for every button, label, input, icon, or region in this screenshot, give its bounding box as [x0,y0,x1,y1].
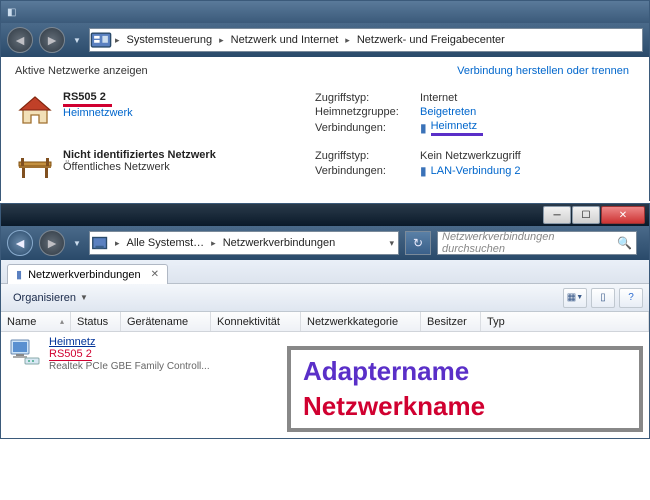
forward-button[interactable]: ► [39,230,65,256]
window-icon: ◧ [7,7,21,18]
network-type-link[interactable]: Heimnetzwerk [63,107,133,119]
col-connectivity[interactable]: Konnektivität [211,312,301,331]
tab-label: Netzwerkverbindungen [28,269,141,281]
nic-icon: ▮ [420,164,427,178]
minimize-button[interactable]: ─ [543,206,571,224]
public-network-icon [15,149,55,189]
back-button[interactable]: ◄ [7,230,33,256]
connect-disconnect-link[interactable]: Verbindung herstellen oder trennen [457,65,629,77]
forward-button[interactable]: ► [39,27,65,53]
breadcrumb[interactable]: ▸ Alle Systemst… ▸ Netzwerkverbindungen … [89,231,399,255]
annotation-adaptername: Adaptername [303,356,627,387]
breadcrumb[interactable]: ▸ Systemsteuerung ▸ Netzwerk und Interne… [89,28,643,52]
nic-folder-icon [90,232,112,254]
network-title: Nicht identifiziertes Netzwerk [63,149,216,161]
connection-link[interactable]: ▮LAN-Verbindung 2 [420,164,521,178]
access-type-label: Zugriffstyp: [315,150,410,162]
connections-label: Verbindungen: [315,165,410,177]
access-type-value: Internet [420,92,457,104]
network-row: RS505 2 Heimnetzwerk Zugriffstyp: Interne… [15,85,629,143]
sort-asc-icon: ▴ [60,317,64,326]
maximize-button[interactable]: ☐ [572,206,600,224]
column-headers[interactable]: Name▴ Status Gerätename Konnektivität Ne… [1,312,649,332]
list-item[interactable]: Heimnetz RS505 2 Realtek PCIe GBE Family… [1,332,281,438]
titlebar[interactable]: ─ ☐ ✕ [1,204,649,226]
col-owner[interactable]: Besitzer [421,312,481,331]
col-status[interactable]: Status [71,312,121,331]
network-adapter-icon [7,336,41,434]
nav-row: ◄ ► ▼ ▸ Systemsteuerung ▸ Netzwerk und I… [1,23,649,57]
chevron-down-icon[interactable]: ▾ [385,238,398,249]
help-button[interactable]: ? [619,288,643,308]
connection-name: Heimnetz [49,336,210,348]
search-placeholder: Netzwerkverbindungen durchsuchen [442,231,617,255]
nic-icon: ▮ [420,121,427,135]
col-netcategory[interactable]: Netzwerkkategorie [301,312,421,331]
chevron-right-icon: ▸ [342,35,353,46]
breadcrumb-seg-2[interactable]: Netzwerk und Internet [227,29,343,51]
tab-bar: ▮ Netzwerkverbindungen ✕ [1,260,649,284]
network-center-window: ◧ ◄ ► ▼ ▸ Systemsteuerung ▸ Netzwerk und… [0,0,650,201]
control-panel-icon [90,29,112,51]
close-button[interactable]: ✕ [601,206,645,224]
back-button[interactable]: ◄ [7,27,33,53]
history-dropdown[interactable]: ▼ [71,36,83,45]
col-name[interactable]: Name▴ [1,312,71,331]
breadcrumb-seg-1[interactable]: Alle Systemst… [123,232,209,254]
home-network-icon [15,91,55,131]
search-input[interactable]: Netzwerkverbindungen durchsuchen 🔍 [437,231,637,255]
homegroup-label: Heimnetzgruppe: [315,106,410,118]
list-area: Heimnetz RS505 2 Realtek PCIe GBE Family… [1,332,649,438]
chevron-right-icon: ▸ [216,35,227,46]
access-type-value: Kein Netzwerkzugriff [420,150,521,162]
network-title: RS505 2 [63,91,133,107]
active-networks-label: Aktive Netzwerke anzeigen [15,65,148,77]
col-type[interactable]: Typ [481,312,649,331]
view-options-button[interactable]: ▦ ▼ [563,288,587,308]
breadcrumb-seg-3[interactable]: Netzwerk- und Freigabecenter [353,29,509,51]
network-row: Nicht identifiziertes Netzwerk Öffentlic… [15,143,629,195]
col-devicename[interactable]: Gerätename [121,312,211,331]
connection-network: RS505 2 [49,348,92,361]
chevron-right-icon: ▸ [208,238,219,249]
homegroup-link[interactable]: Beigetreten [420,106,476,118]
nic-icon: ▮ [16,268,22,281]
preview-pane-button[interactable]: ▯ [591,288,615,308]
connections-label: Verbindungen: [315,122,410,134]
history-dropdown[interactable]: ▼ [71,239,83,248]
organise-menu[interactable]: Organisieren▼ [7,290,94,306]
connection-link[interactable]: ▮Heimnetz [420,120,483,136]
connection-device: Realtek PCIe GBE Family Controll... [49,361,210,372]
breadcrumb-seg-2[interactable]: Netzwerkverbindungen [219,232,340,254]
titlebar[interactable]: ◧ [1,1,649,23]
refresh-button[interactable]: ↻ [405,231,431,255]
network-connections-window: ─ ☐ ✕ ◄ ► ▼ ▸ Alle Systemst… ▸ Netzwerkv… [0,203,650,439]
close-tab-icon[interactable]: ✕ [151,269,159,280]
network-type-label: Öffentliches Netzwerk [63,161,216,173]
breadcrumb-seg-1[interactable]: Systemsteuerung [123,29,217,51]
toolbar: Organisieren▼ ▦ ▼ ▯ ? [1,284,649,312]
annotation-box: Adaptername Netzwerkname [287,346,643,432]
tab-network-connections[interactable]: ▮ Netzwerkverbindungen ✕ [7,264,168,284]
chevron-down-icon: ▼ [80,293,88,302]
access-type-label: Zugriffstyp: [315,92,410,104]
search-icon: 🔍 [617,236,632,250]
annotation-netzwerkname: Netzwerkname [303,391,627,422]
chevron-right-icon: ▸ [112,35,123,46]
nav-row: ◄ ► ▼ ▸ Alle Systemst… ▸ Netzwerkverbind… [1,226,649,260]
chevron-right-icon: ▸ [112,238,123,249]
